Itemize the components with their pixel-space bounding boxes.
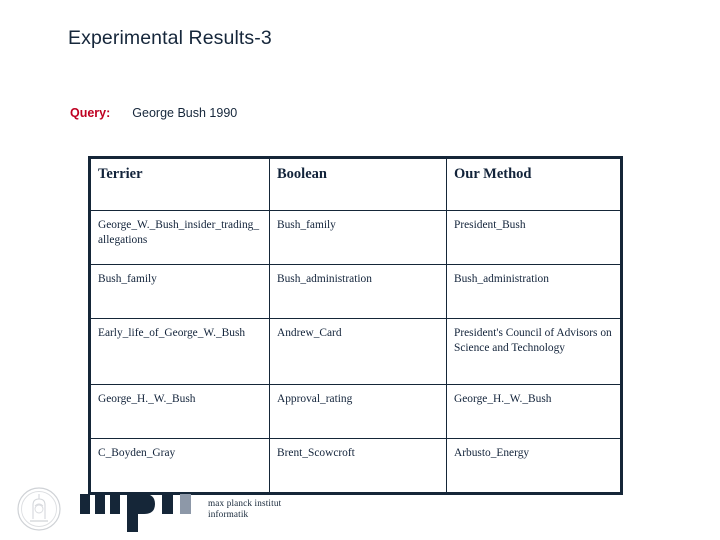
cell-terrier: George_H._W._Bush: [89, 384, 270, 439]
mpii-wordmark-icon: [80, 494, 191, 532]
column-header-boolean: Boolean: [269, 157, 447, 211]
slide: Experimental Results-3 Query: George Bus…: [0, 0, 720, 540]
max-planck-seal-icon: [17, 487, 61, 531]
query-line: Query: George Bush 1990: [70, 106, 237, 120]
cell-our-method: President_Bush: [446, 210, 622, 265]
cell-boolean: Bush_family: [269, 210, 447, 265]
logo-text-line2: informatik: [208, 508, 249, 519]
cell-our-method: George_H._W._Bush: [446, 384, 622, 439]
query-label: Query:: [70, 106, 111, 120]
column-header-terrier: Terrier: [89, 157, 270, 211]
column-header-our-method: Our Method: [446, 157, 622, 211]
table-row: George_H._W._Bush Approval_rating George…: [89, 384, 622, 439]
logo-text: max planck institut informatik: [208, 498, 281, 519]
query-value: George Bush 1990: [132, 106, 238, 120]
cell-boolean: Andrew_Card: [269, 318, 447, 385]
cell-terrier: George_W._Bush_insider_trading_allegatio…: [89, 210, 270, 265]
results-table: Terrier Boolean Our Method George_W._Bus…: [88, 156, 623, 495]
table-row: Early_life_of_George_W._Bush Andrew_Card…: [89, 318, 622, 385]
results-table-container: Terrier Boolean Our Method George_W._Bus…: [88, 156, 623, 495]
table-row: Bush_family Bush_administration Bush_adm…: [89, 264, 622, 319]
page-title: Experimental Results-3: [68, 27, 272, 49]
cell-boolean: Bush_administration: [269, 264, 447, 319]
cell-boolean: Approval_rating: [269, 384, 447, 439]
logo-text-line1: max planck institut: [208, 498, 282, 508]
cell-terrier: Bush_family: [89, 264, 270, 319]
cell-our-method: President's Council of Advisors on Scien…: [446, 318, 622, 385]
table-row: George_W._Bush_insider_trading_allegatio…: [89, 210, 622, 265]
table-header-row: Terrier Boolean Our Method: [89, 157, 622, 211]
footer-logo: max planck institut informatik: [14, 484, 314, 536]
cell-our-method: Arbusto_Energy: [446, 438, 622, 494]
cell-our-method: Bush_administration: [446, 264, 622, 319]
cell-terrier: Early_life_of_George_W._Bush: [89, 318, 270, 385]
